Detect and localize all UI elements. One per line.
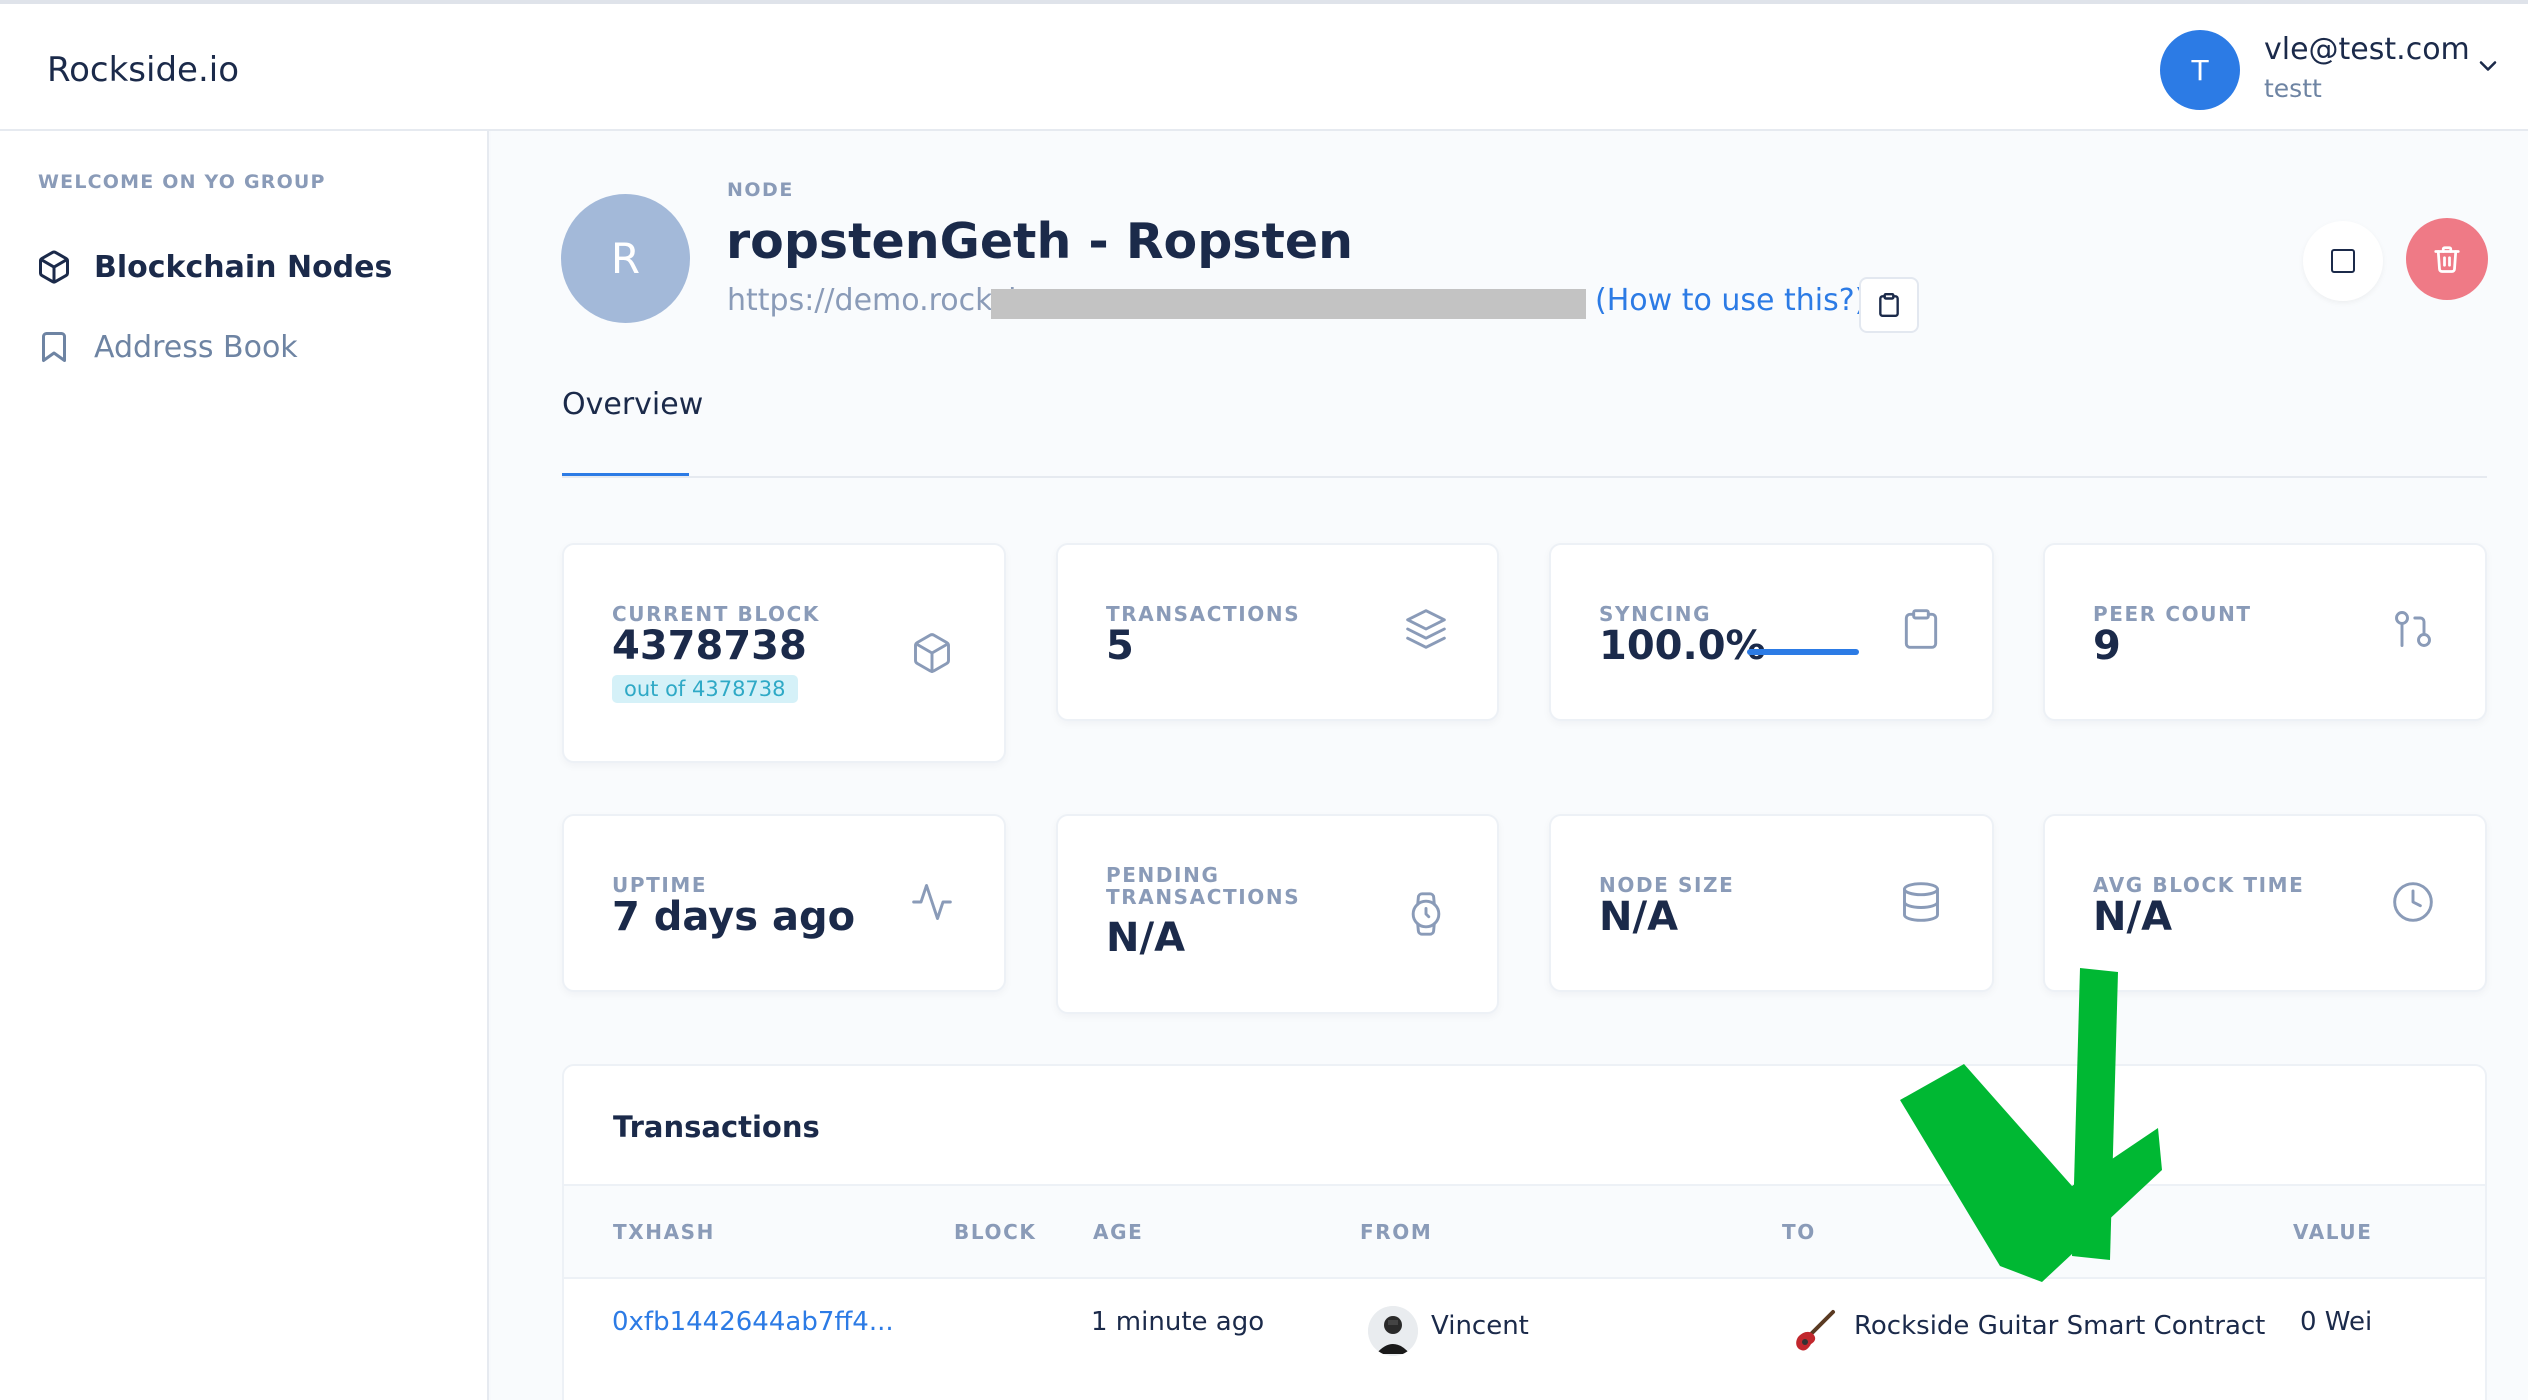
- transactions-table-card: Transactions TXHASH BLOCK AGE FROM TO VA…: [562, 1064, 2487, 1400]
- stat-value: 100.0%: [1599, 623, 1766, 669]
- stop-node-button[interactable]: [2303, 221, 2383, 301]
- cube-icon: [914, 633, 950, 673]
- syncing-card: SYNCING 100.0%: [1549, 543, 1994, 721]
- pending-transactions-card: PENDING TRANSACTIONS N/A: [1056, 814, 1499, 1014]
- node-url[interactable]: https://demo.rocksi: [727, 283, 1016, 318]
- clipboard-icon: [1904, 609, 1938, 649]
- user-avatar[interactable]: T: [2160, 30, 2240, 110]
- stat-value: 7 days ago: [612, 894, 856, 940]
- table-header: TXHASH BLOCK AGE FROM TO VALUE: [564, 1184, 2485, 1279]
- sidebar: WELCOME ON YO GROUP Blockchain Nodes Add…: [0, 131, 489, 1400]
- delete-node-button[interactable]: [2406, 218, 2488, 300]
- node-avatar: R: [561, 194, 690, 323]
- sidebar-heading: WELCOME ON YO GROUP: [38, 171, 326, 193]
- node-label: NODE: [727, 179, 794, 201]
- tx-to[interactable]: Rockside Guitar Smart Contract: [1854, 1311, 2265, 1341]
- layers-icon: [1406, 609, 1446, 649]
- from-avatar: [1368, 1306, 1418, 1356]
- stat-value: N/A: [1106, 915, 1186, 961]
- tabs-divider: [562, 476, 2487, 478]
- watch-icon: [1411, 892, 1441, 936]
- stat-label: TRANSACTIONS: [1106, 602, 1301, 626]
- bookmark-icon: [42, 332, 66, 362]
- top-navbar: Rockside.io T vle@test.com testt: [0, 0, 2528, 131]
- tx-age: 1 minute ago: [1091, 1307, 1265, 1337]
- sidebar-item-blockchain-nodes[interactable]: Blockchain Nodes: [36, 243, 392, 291]
- out-of-badge: out of 4378738: [612, 675, 798, 703]
- column-header-block[interactable]: BLOCK: [954, 1220, 1036, 1244]
- tx-value: 0 Wei: [2300, 1307, 2373, 1337]
- sidebar-item-label: Blockchain Nodes: [94, 249, 393, 285]
- cube-icon: [39, 250, 69, 284]
- database-icon: [1903, 882, 1939, 922]
- node-size-card: NODE SIZE N/A: [1549, 814, 1994, 992]
- tx-from[interactable]: Vincent: [1431, 1311, 1529, 1341]
- main-content: R NODE ropstenGeth - Ropsten https://dem…: [491, 131, 2528, 1400]
- stat-value: 5: [1106, 623, 1134, 669]
- transactions-title: Transactions: [613, 1110, 820, 1144]
- user-email[interactable]: vle@test.com: [2264, 32, 2470, 67]
- guitar-icon: [1796, 1310, 1835, 1351]
- sidebar-item-label: Address Book: [94, 329, 298, 365]
- git-pull-request-icon: [2395, 611, 2431, 647]
- stat-value: N/A: [1599, 894, 1679, 940]
- sync-progress-bar: [1747, 649, 1859, 655]
- transactions-card: TRANSACTIONS 5: [1056, 543, 1499, 721]
- stat-value: N/A: [2093, 894, 2173, 940]
- uptime-card: UPTIME 7 days ago: [562, 814, 1006, 992]
- column-header-age[interactable]: AGE: [1093, 1220, 1143, 1244]
- column-header-to[interactable]: TO: [1782, 1220, 1816, 1244]
- stat-value: 9: [2093, 623, 2121, 669]
- stat-label-line1: PENDING: [1106, 863, 1220, 887]
- how-to-use-link[interactable]: (How to use this?): [1595, 283, 1866, 318]
- activity-icon: [912, 884, 952, 920]
- clipboard-icon: [1879, 292, 1899, 318]
- tab-overview[interactable]: Overview: [562, 387, 703, 422]
- txhash-link[interactable]: 0xfb1442644ab7ff4...: [612, 1307, 894, 1337]
- copy-url-button[interactable]: [1859, 277, 1919, 333]
- trash-icon: [2434, 246, 2460, 273]
- column-header-from[interactable]: FROM: [1360, 1220, 1432, 1244]
- clock-icon: [2393, 882, 2433, 922]
- peer-count-card: PEER COUNT 9: [2043, 543, 2487, 721]
- square-icon: [2331, 249, 2355, 273]
- sidebar-item-address-book[interactable]: Address Book: [36, 323, 298, 371]
- current-block-card: CURRENT BLOCK 4378738 out of 4378738: [562, 543, 1006, 763]
- brand-logo[interactable]: Rockside.io: [47, 50, 239, 90]
- stat-label-line2: TRANSACTIONS: [1106, 885, 1301, 909]
- column-header-txhash[interactable]: TXHASH: [613, 1220, 715, 1244]
- user-name: testt: [2264, 74, 2322, 103]
- chevron-down-icon[interactable]: [2474, 52, 2502, 80]
- page-title: ropstenGeth - Ropsten: [726, 213, 1353, 270]
- redacted-url-block: [991, 289, 1586, 319]
- column-header-value[interactable]: VALUE: [2293, 1220, 2373, 1244]
- avg-block-time-card: AVG BLOCK TIME N/A: [2043, 814, 2487, 992]
- stat-value: 4378738: [612, 623, 807, 669]
